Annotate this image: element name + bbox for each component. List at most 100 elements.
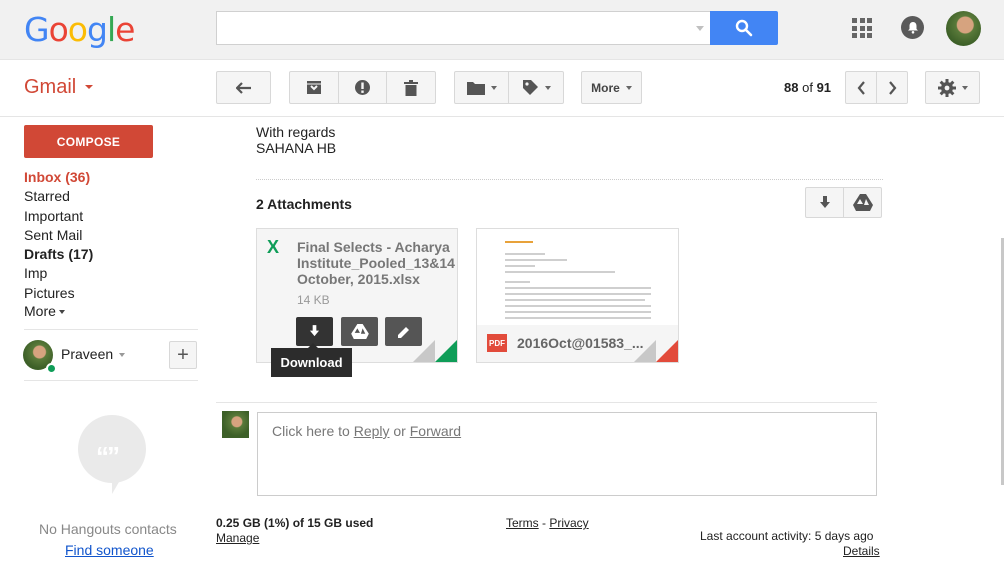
report-spam-icon	[355, 80, 370, 95]
settings-button[interactable]	[925, 71, 980, 104]
more-actions-button[interactable]: More	[581, 71, 642, 104]
attachment-card-pdf[interactable]: PDF 2016Oct@01583_...	[476, 228, 679, 363]
doc-line	[505, 293, 651, 295]
sidebar-more-label: More	[24, 303, 56, 319]
chevron-down-icon[interactable]	[85, 85, 93, 89]
save-to-drive-button[interactable]	[341, 317, 378, 346]
doc-line	[505, 281, 530, 283]
bell-icon[interactable]	[901, 16, 924, 39]
gmail-app-switcher[interactable]: Gmail	[24, 76, 76, 99]
sidebar-divider	[24, 329, 198, 330]
xlsx-corner-fold	[435, 340, 457, 362]
manage-storage-link[interactable]: Manage	[216, 531, 259, 545]
sidebar-item-sent-mail[interactable]: Sent Mail	[24, 227, 82, 243]
label-tag-icon	[522, 80, 538, 95]
doc-line	[505, 253, 545, 255]
reply-link[interactable]: Reply	[354, 423, 390, 439]
no-contacts-text: No Hangouts contacts	[39, 521, 177, 537]
doc-line	[505, 317, 651, 319]
more-actions-label: More	[591, 80, 620, 95]
quote-icon: “”	[96, 441, 120, 471]
sidebar-item-starred[interactable]: Starred	[24, 188, 70, 204]
message-divider	[216, 402, 877, 403]
legal-links: Terms - Privacy	[506, 516, 589, 530]
attachments-divider	[256, 179, 883, 180]
search-options-arrow-icon[interactable]	[696, 26, 704, 31]
doc-line	[505, 299, 645, 301]
sidebar-item-drafts[interactable]: Drafts (17)	[24, 246, 93, 262]
chevron-down-icon	[490, 85, 497, 90]
archive-icon	[307, 81, 321, 94]
doc-line	[505, 271, 615, 273]
hangouts-user[interactable]: Praveen	[61, 346, 126, 362]
storage-usage: 0.25 GB (1%) of 15 GB used	[216, 516, 374, 530]
online-status-icon	[46, 363, 57, 374]
older-button[interactable]	[876, 71, 908, 104]
google-logo[interactable]: Google	[24, 10, 135, 49]
compose-button[interactable]: COMPOSE	[24, 125, 153, 158]
sidebar-item-inbox[interactable]: Inbox (36)	[24, 169, 90, 185]
pdf-file-icon: PDF	[487, 334, 507, 352]
pdf-thumbnail	[477, 229, 678, 325]
new-conversation-button[interactable]: +	[169, 341, 197, 369]
download-tooltip: Download	[271, 343, 352, 377]
count-total: 91	[816, 80, 832, 95]
sidebar-item-important[interactable]: Important	[24, 208, 83, 224]
newer-button[interactable]	[845, 71, 877, 104]
doc-line	[505, 265, 535, 267]
chevron-down-icon	[58, 310, 65, 315]
find-someone-link[interactable]: Find someone	[65, 542, 154, 558]
download-all-button[interactable]	[805, 187, 844, 218]
last-activity: Last account activity: 5 days ago	[700, 529, 874, 543]
legal-sep: -	[538, 516, 550, 530]
save-all-to-drive-button[interactable]	[843, 187, 882, 218]
privacy-link[interactable]: Privacy	[549, 516, 588, 530]
user-name: Praveen	[61, 346, 114, 362]
chevron-down-icon	[625, 85, 632, 90]
download-icon	[309, 325, 320, 337]
drive-icon	[350, 324, 369, 339]
search-icon	[735, 19, 753, 37]
delete-button[interactable]	[386, 71, 436, 104]
chevron-down-icon	[961, 85, 968, 90]
reply-prompt-prefix: Click here to	[272, 423, 354, 439]
report-spam-button[interactable]	[338, 71, 387, 104]
count-current: 88	[784, 80, 799, 95]
pdf-corner-fold	[656, 340, 678, 362]
toolbar-divider	[0, 116, 1004, 117]
sidebar-divider	[24, 380, 198, 381]
sidebar-item-pictures[interactable]: Pictures	[24, 285, 75, 301]
attachment-name-line: Institute_Pooled_13&14	[297, 255, 455, 271]
move-to-button[interactable]	[454, 71, 509, 104]
logo-letter: g	[86, 10, 108, 49]
search-input[interactable]	[216, 11, 710, 45]
download-button[interactable]	[296, 317, 333, 346]
activity-details-link[interactable]: Details	[843, 544, 880, 558]
drive-icon	[852, 194, 873, 211]
doc-line	[505, 311, 651, 313]
top-bar: Google	[0, 0, 1004, 60]
account-avatar[interactable]	[946, 11, 981, 46]
folder-icon	[466, 81, 485, 95]
apps-grid-icon[interactable]	[852, 18, 872, 38]
attachments-title: 2 Attachments	[256, 196, 352, 212]
gear-icon	[937, 78, 956, 97]
doc-line	[505, 305, 651, 307]
sidebar-item-more[interactable]: More	[24, 303, 65, 319]
message-signature: SAHANA HB	[256, 140, 337, 156]
labels-button[interactable]	[508, 71, 564, 104]
doc-line	[505, 287, 651, 289]
logo-letter: G	[24, 10, 50, 49]
forward-link[interactable]: Forward	[410, 423, 461, 439]
terms-link[interactable]: Terms	[506, 516, 539, 530]
attachment-name: 2016Oct@01583_...	[517, 335, 644, 351]
sidebar-item-imp[interactable]: Imp	[24, 265, 47, 281]
attachment-size: 14 KB	[297, 293, 330, 307]
reply-box[interactable]: Click here to Reply or Forward	[257, 412, 877, 496]
search-button[interactable]	[710, 11, 778, 45]
archive-button[interactable]	[289, 71, 339, 104]
plus-icon: +	[177, 343, 189, 366]
attachment-card-xlsx[interactable]: X Final Selects - Acharya Institute_Pool…	[256, 228, 458, 363]
back-button[interactable]	[216, 71, 271, 104]
logo-letter: e	[115, 10, 135, 49]
